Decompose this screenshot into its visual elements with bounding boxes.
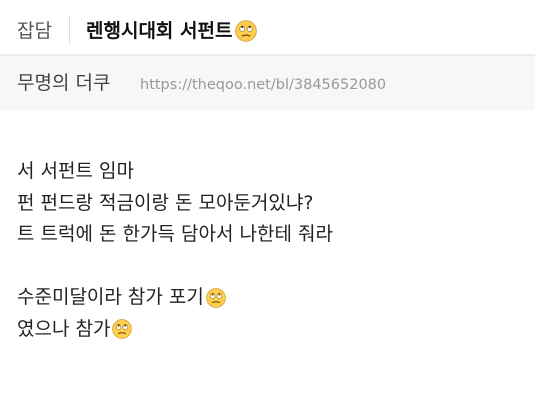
post-body: 서 서펀트 임마 펀 펀드랑 적금이랑 돈 모아둔거있냐? 트 트럭에 돈 한가…: [17, 156, 527, 345]
post-url-link[interactable]: https://theqoo.net/bl/3845652080: [140, 75, 386, 95]
post-meta-bar: 무명의 더쿠 https://theqoo.net/bl/3845652080: [0, 56, 535, 110]
post-line-2-text: 펀 펀드랑 적금이랑 돈 모아둔거있냐?: [17, 191, 314, 214]
post-line-3: 트 트럭에 돈 한가득 담아서 나한테 줘라: [17, 219, 527, 251]
post-line-4: 수준미달이라 참가 포기: [17, 282, 527, 314]
author-name: 무명의 더쿠: [17, 72, 111, 94]
eye-roll-emoji-icon: [112, 319, 133, 339]
post-line-5: 였으나 참가: [17, 314, 527, 346]
post-line-1: 서 서펀트 임마: [17, 156, 527, 188]
post-line-2: 펀 펀드랑 적금이랑 돈 모아둔거있냐?: [17, 188, 527, 220]
post-line-3-text: 트 트럭에 돈 한가득 담아서 나한테 줘라: [17, 223, 333, 245]
post-line-4-text: 수준미달이라 참가 포기: [17, 286, 204, 308]
post-title: 렌행시대회 서펀트: [86, 18, 258, 44]
eye-roll-emoji-icon: [206, 288, 226, 308]
header-divider: [69, 15, 70, 45]
post-header: 잡담 렌행시대회 서펀트: [0, 0, 535, 56]
post-line-5-text: 였으나 참가: [17, 317, 111, 340]
post-line-1-text: 서 서펀트 임마: [17, 160, 134, 182]
eye-roll-emoji-icon: [235, 20, 258, 42]
category-label[interactable]: 잡담: [17, 18, 52, 44]
post-title-text: 렌행시대회 서펀트: [86, 20, 233, 42]
